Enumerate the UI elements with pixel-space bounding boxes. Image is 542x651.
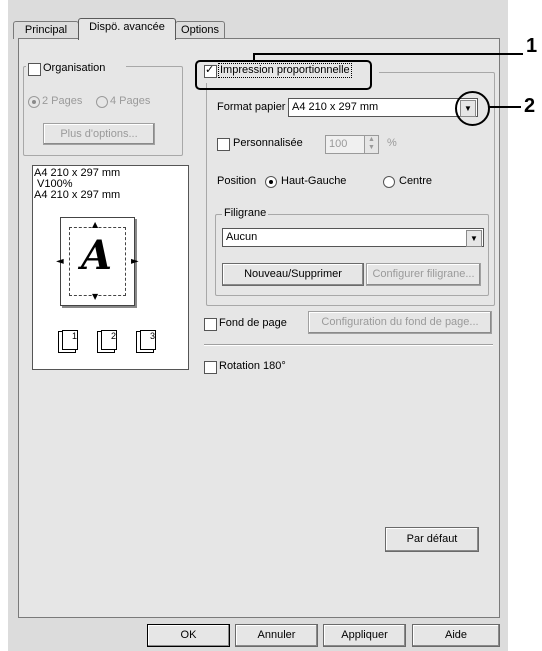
copy-stack-icon: 2: [101, 330, 117, 350]
background-label: Fond de page: [219, 317, 287, 329]
two-pages-label: 2 Pages: [42, 95, 83, 107]
watermark-label: Filigrane: [222, 207, 269, 220]
custom-scale-spinner[interactable]: ▲ ▼: [364, 135, 379, 154]
page-preview-icon: A ◄ ► ▲ ▼: [56, 217, 139, 306]
help-button[interactable]: Aide: [412, 624, 500, 647]
configure-background-button[interactable]: Configuration du fond de page...: [308, 311, 492, 334]
more-options-button[interactable]: Plus d'options...: [43, 123, 155, 145]
preview-letter: A: [81, 232, 113, 279]
apply-button[interactable]: Appliquer: [323, 624, 406, 647]
arrow-up-icon: ▲: [92, 220, 99, 229]
tab-advanced-layout[interactable]: Dispö. avancée: [78, 18, 176, 40]
default-button[interactable]: Par défaut: [385, 527, 479, 552]
paper-format-value: A4 210 x 297 mm: [292, 101, 379, 113]
paper-format-label: Format papier: [217, 101, 286, 113]
configure-watermark-button[interactable]: Configurer filigrane...: [366, 263, 481, 286]
percent-label: %: [387, 137, 397, 149]
copy-stack-icon: 1: [62, 330, 78, 350]
organisation-checkbox[interactable]: [28, 63, 41, 76]
center-radio[interactable]: [383, 176, 395, 188]
rotation-label: Rotation 180°: [219, 360, 286, 372]
four-pages-radio[interactable]: [96, 96, 108, 108]
two-pages-radio[interactable]: [28, 96, 40, 108]
callout-box-1: [195, 60, 372, 90]
center-label: Centre: [399, 175, 433, 187]
layout-preview: A4 210 x 297 mm V100% A4 210 x 297 mm A …: [32, 165, 189, 370]
callout-line-2: [489, 106, 521, 108]
custom-scale-input[interactable]: 100: [325, 135, 366, 154]
preview-output-size: A4 210 x 297 mm: [34, 189, 121, 201]
cancel-button[interactable]: Annuler: [235, 624, 318, 647]
watermark-select[interactable]: Aucun ▼: [222, 228, 484, 247]
copy-stack-icon: 3: [140, 330, 156, 350]
tab-options[interactable]: Options: [175, 21, 225, 39]
printer-properties-dialog: Principal Dispö. avancée Options Organis…: [8, 0, 508, 651]
custom-scale-label: Personnalisée: [233, 137, 303, 149]
separator: [204, 344, 493, 346]
rotation-checkbox[interactable]: [204, 361, 217, 374]
organisation-label: Organisation: [43, 62, 106, 74]
ok-button[interactable]: OK: [147, 624, 230, 647]
callout-number-2: 2: [524, 95, 536, 117]
chevron-down-icon[interactable]: ▼: [466, 230, 482, 247]
paper-format-select[interactable]: A4 210 x 297 mm ▼: [288, 98, 478, 117]
custom-scale-checkbox[interactable]: [217, 138, 230, 151]
top-left-radio[interactable]: [265, 176, 277, 188]
arrow-left-icon: ◄: [56, 256, 64, 267]
callout-line-1: [253, 53, 523, 55]
top-left-label: Haut-Gauche: [281, 175, 347, 187]
tab-principal[interactable]: Principal: [13, 21, 79, 39]
background-checkbox[interactable]: [204, 318, 217, 331]
arrow-down-icon: ▼: [92, 292, 99, 301]
new-delete-watermark-button[interactable]: Nouveau/Supprimer: [222, 263, 364, 286]
position-label: Position: [217, 175, 257, 187]
four-pages-label: 4 Pages: [110, 95, 151, 107]
callout-circle-2: [455, 91, 490, 126]
callout-line-1-drop: [253, 53, 255, 61]
arrow-right-icon: ►: [131, 256, 139, 267]
callout-number-1: 1: [526, 35, 538, 57]
